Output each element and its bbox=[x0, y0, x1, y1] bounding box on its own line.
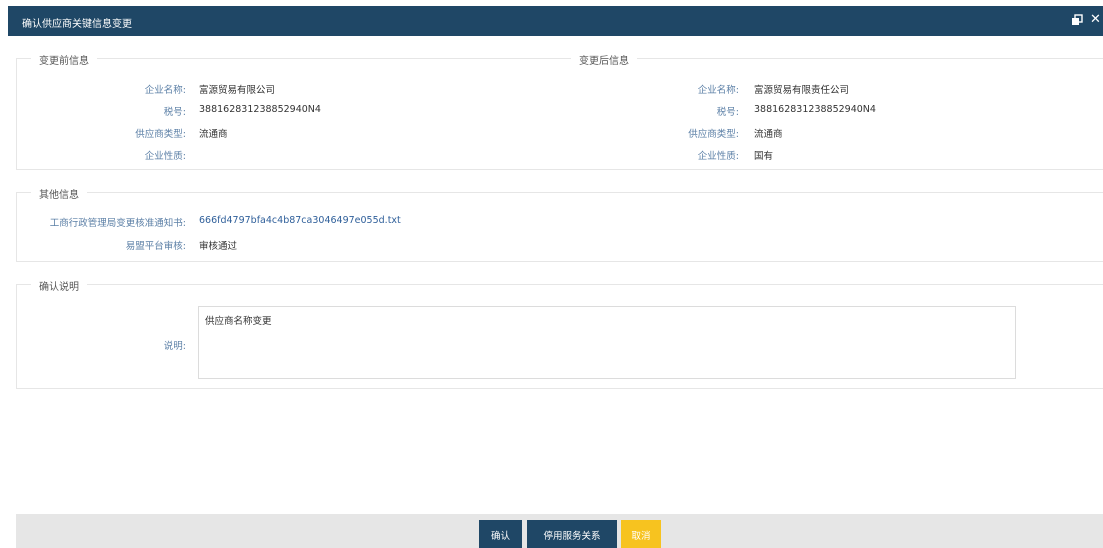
before-change-legend: 变更前信息 bbox=[31, 52, 97, 67]
after-enterprise-nature-label: 企业性质: bbox=[697, 151, 739, 162]
business-change-notice-label: 工商行政管理局变更核准通知书: bbox=[49, 218, 186, 229]
cancel-button[interactable]: 取消 bbox=[621, 520, 661, 548]
stop-service-relation-button[interactable]: 停用服务关系 bbox=[527, 520, 617, 548]
confirm-note-legend: 确认说明 bbox=[31, 278, 87, 293]
platform-review-value: 审核通过 bbox=[199, 241, 238, 252]
confirm-supplier-change-dialog: 确认供应商关键信息变更 ✕ 变更前信息 变更后信息 企业名称: 富源贸易有限公司… bbox=[8, 6, 1103, 548]
before-supplier-type-value: 流通商 bbox=[199, 129, 228, 140]
after-supplier-type-value: 流通商 bbox=[754, 129, 783, 140]
before-supplier-type-label: 供应商类型: bbox=[135, 129, 186, 140]
note-label: 说明: bbox=[163, 341, 186, 352]
after-company-name-value: 富源贸易有限责任公司 bbox=[754, 85, 850, 96]
note-textarea[interactable]: 供应商名称变更 bbox=[198, 306, 1016, 379]
before-company-name-label: 企业名称: bbox=[144, 85, 186, 96]
after-change-legend: 变更后信息 bbox=[571, 52, 637, 67]
dialog-title: 确认供应商关键信息变更 bbox=[22, 19, 132, 30]
before-tax-id-label: 税号: bbox=[163, 107, 186, 118]
confirm-note-section: 确认说明 说明: 供应商名称变更 bbox=[16, 278, 1103, 389]
after-supplier-type-label: 供应商类型: bbox=[688, 129, 739, 140]
before-company-name-value: 富源贸易有限公司 bbox=[199, 85, 276, 96]
platform-review-label: 易盟平台审核: bbox=[125, 241, 186, 252]
after-enterprise-nature-value: 国有 bbox=[754, 151, 774, 162]
other-info-section: 其他信息 工商行政管理局变更核准通知书: 666fd4797bfa4c4b87c… bbox=[16, 186, 1103, 262]
after-tax-id-label: 税号: bbox=[716, 107, 739, 118]
confirm-button[interactable]: 确认 bbox=[479, 520, 522, 548]
before-tax-id-value: 388162831238852940N4 bbox=[199, 104, 321, 115]
business-change-notice-file-link[interactable]: 666fd4797bfa4c4b87ca3046497e055d.txt bbox=[199, 215, 401, 226]
dialog-titlebar: 确认供应商关键信息变更 ✕ bbox=[8, 6, 1103, 36]
close-icon[interactable]: ✕ bbox=[1090, 13, 1102, 27]
other-info-legend: 其他信息 bbox=[31, 186, 87, 201]
after-company-name-label: 企业名称: bbox=[697, 85, 739, 96]
before-enterprise-nature-label: 企业性质: bbox=[144, 151, 186, 162]
restore-window-icon[interactable] bbox=[1071, 13, 1083, 27]
change-info-section: 变更前信息 变更后信息 企业名称: 富源贸易有限公司 税号: 388162831… bbox=[16, 52, 1103, 170]
dialog-footer: 确认 停用服务关系 取消 bbox=[16, 514, 1103, 548]
after-tax-id-value: 388162831238852940N4 bbox=[754, 104, 876, 115]
